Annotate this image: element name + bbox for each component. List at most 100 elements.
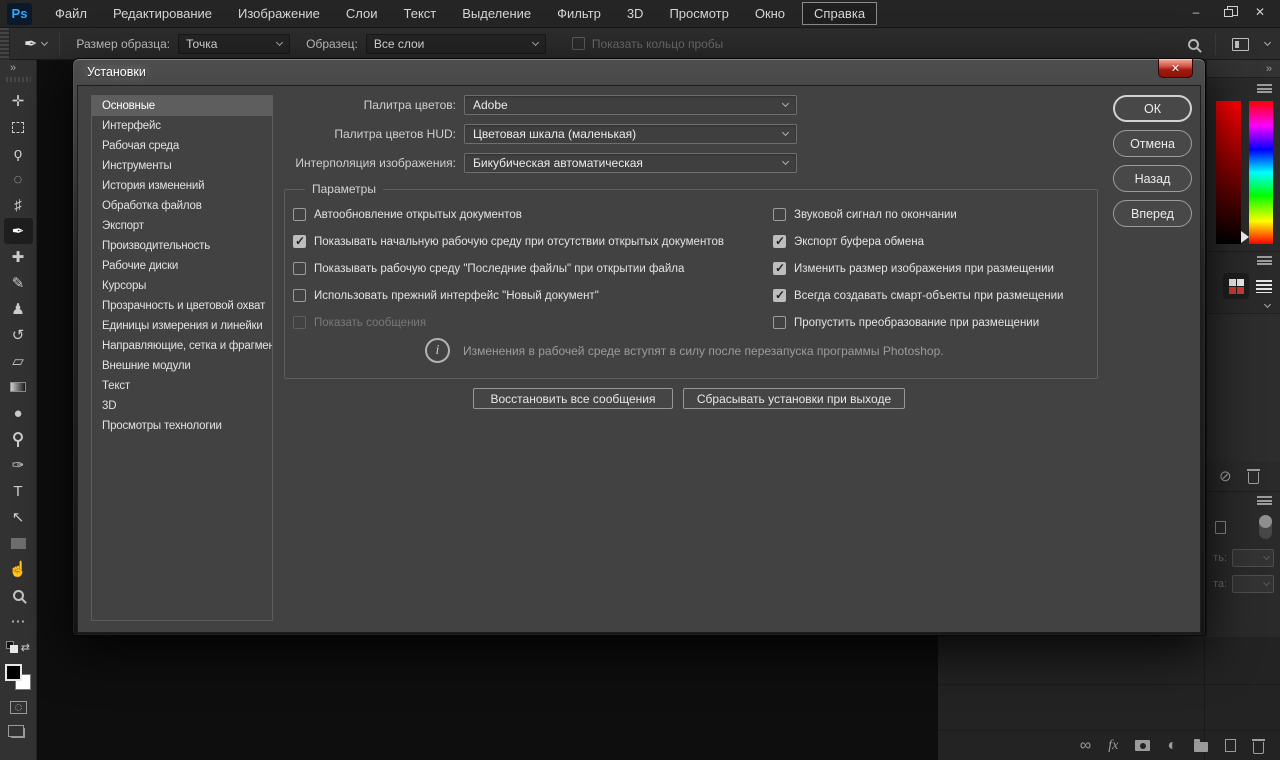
skip-transform-on-place-checkbox[interactable] bbox=[773, 316, 786, 329]
chevron-down-icon[interactable] bbox=[1264, 301, 1271, 308]
path-selection-tool[interactable]: ↖ bbox=[4, 504, 33, 530]
pen-tool[interactable]: ✑ bbox=[4, 452, 33, 478]
hue-strip[interactable] bbox=[1249, 101, 1273, 244]
screen-mode-button[interactable] bbox=[4, 720, 33, 746]
lasso-tool[interactable]: ϙ bbox=[4, 140, 33, 166]
pref-category-guides[interactable]: Направляющие, сетка и фрагменты bbox=[92, 336, 272, 356]
eyedropper-tool[interactable]: ✒ bbox=[4, 218, 33, 244]
beep-when-done-checkbox[interactable] bbox=[773, 208, 786, 221]
default-colors-icon[interactable] bbox=[6, 641, 14, 649]
pref-category-general[interactable]: Основные bbox=[92, 96, 272, 116]
pref-category-cursors[interactable]: Курсоры bbox=[92, 276, 272, 296]
swap-colors-icon[interactable]: ⇄ bbox=[21, 641, 30, 654]
brush-tool[interactable]: ✎ bbox=[4, 270, 33, 296]
interpolation-select[interactable]: Бикубическая автоматическая bbox=[464, 153, 797, 173]
add-mask-icon[interactable] bbox=[1135, 740, 1150, 751]
pref-category-tools[interactable]: Инструменты bbox=[92, 156, 272, 176]
reset-preferences-button[interactable]: Сбрасывать установки при выходе bbox=[683, 388, 905, 409]
back-button[interactable]: Назад bbox=[1113, 165, 1192, 192]
grid-view-icon[interactable] bbox=[1223, 273, 1249, 299]
legacy-new-document-checkbox[interactable] bbox=[293, 289, 306, 302]
menu-edit[interactable]: Редактирование bbox=[100, 2, 225, 25]
blur-tool[interactable]: ● bbox=[4, 400, 33, 426]
menu-view[interactable]: Просмотр bbox=[656, 2, 741, 25]
workspace-icon[interactable] bbox=[1232, 38, 1249, 51]
history-brush-tool[interactable]: ↺ bbox=[4, 322, 33, 348]
forward-button[interactable]: Вперед bbox=[1113, 200, 1192, 227]
healing-brush-tool[interactable]: ✚ bbox=[4, 244, 33, 270]
hand-tool[interactable]: ☝ bbox=[4, 556, 33, 582]
dialog-titlebar[interactable]: Установки ✕ bbox=[73, 59, 1205, 85]
foreground-color-swatch[interactable] bbox=[5, 664, 22, 681]
sample-size-select[interactable]: Точка bbox=[178, 34, 290, 54]
color-picker-select[interactable]: Adobe bbox=[464, 95, 797, 115]
delete-layer-icon[interactable] bbox=[1253, 742, 1264, 754]
move-tool[interactable]: ✛ bbox=[4, 88, 33, 114]
current-tool-button[interactable]: ✒ bbox=[10, 34, 59, 54]
show-start-workspace-checkbox[interactable] bbox=[293, 235, 306, 248]
dialog-close-button[interactable]: ✕ bbox=[1158, 59, 1193, 78]
pref-category-transparency[interactable]: Прозрачность и цветовой охват bbox=[92, 296, 272, 316]
panel-menu-icon[interactable] bbox=[1257, 84, 1272, 93]
default-swap-colors[interactable]: ⇄ bbox=[4, 634, 33, 660]
restore-messages-button[interactable]: Восстановить все сообщения bbox=[473, 388, 673, 409]
panel-collapse-header[interactable]: » bbox=[1207, 60, 1280, 78]
hue-slider-arrow-icon[interactable] bbox=[1241, 231, 1249, 243]
delete-icon[interactable] bbox=[1248, 472, 1259, 484]
panel-menu-icon[interactable] bbox=[1257, 496, 1272, 505]
export-clipboard-checkbox[interactable] bbox=[773, 235, 786, 248]
menu-window[interactable]: Окно bbox=[742, 2, 798, 25]
layer-mask-icon[interactable] bbox=[1215, 521, 1226, 534]
menu-help[interactable]: Справка bbox=[802, 2, 877, 25]
minimize-icon[interactable]: – bbox=[1180, 0, 1212, 24]
dodge-tool[interactable] bbox=[4, 426, 33, 452]
menu-select[interactable]: Выделение bbox=[449, 2, 544, 25]
crop-tool[interactable]: ♯ bbox=[4, 192, 33, 218]
show-recent-files-checkbox[interactable] bbox=[293, 262, 306, 275]
pref-category-plugins[interactable]: Внешние модули bbox=[92, 356, 272, 376]
pref-category-scratch-disks[interactable]: Рабочие диски bbox=[92, 256, 272, 276]
layer-style-fx-icon[interactable]: fx bbox=[1108, 738, 1118, 754]
mask-toggle-icon[interactable] bbox=[1259, 515, 1272, 539]
menu-layers[interactable]: Слои bbox=[333, 2, 391, 25]
unlink-mask-icon[interactable]: ⊘ bbox=[1219, 467, 1232, 485]
quick-selection-tool[interactable]: ◌ bbox=[4, 166, 33, 192]
pref-category-history[interactable]: История изменений bbox=[92, 176, 272, 196]
color-gradient-bar[interactable] bbox=[1216, 101, 1241, 244]
link-layers-icon[interactable]: ∞ bbox=[1080, 737, 1091, 755]
menu-3d[interactable]: 3D bbox=[614, 2, 657, 25]
hud-color-picker-select[interactable]: Цветовая шкала (маленькая) bbox=[464, 124, 797, 144]
smart-objects-on-place-checkbox[interactable] bbox=[773, 289, 786, 302]
eraser-tool[interactable]: ▱ bbox=[4, 348, 33, 374]
new-group-icon[interactable] bbox=[1194, 742, 1208, 752]
restore-icon[interactable] bbox=[1212, 0, 1244, 24]
adjustment-layer-icon[interactable]: ◐ bbox=[1167, 737, 1177, 755]
pref-category-workspace[interactable]: Рабочая среда bbox=[92, 136, 272, 156]
sample-select[interactable]: Все слои bbox=[366, 34, 546, 54]
menu-image[interactable]: Изображение bbox=[225, 2, 333, 25]
menu-file[interactable]: Файл bbox=[42, 2, 100, 25]
close-icon[interactable]: ✕ bbox=[1244, 0, 1276, 24]
pref-category-file-handling[interactable]: Обработка файлов bbox=[92, 196, 272, 216]
ok-button[interactable]: ОК bbox=[1113, 95, 1192, 122]
new-layer-icon[interactable] bbox=[1225, 739, 1236, 752]
options-bar-grip[interactable] bbox=[0, 28, 10, 60]
tools-panel-grip[interactable] bbox=[6, 77, 31, 82]
list-view-icon[interactable] bbox=[1256, 280, 1272, 293]
pref-category-type[interactable]: Текст bbox=[92, 376, 272, 396]
zoom-tool[interactable] bbox=[4, 582, 33, 608]
quick-mask-button[interactable] bbox=[4, 694, 33, 720]
collapse-panel-icon[interactable]: » bbox=[0, 60, 17, 74]
pref-category-tech-previews[interactable]: Просмотры технологии bbox=[92, 416, 272, 436]
cancel-button[interactable]: Отмена bbox=[1113, 130, 1192, 157]
gradient-tool[interactable] bbox=[4, 374, 33, 400]
auto-update-checkbox[interactable] bbox=[293, 208, 306, 221]
clone-stamp-tool[interactable]: ♟ bbox=[4, 296, 33, 322]
pref-category-performance[interactable]: Производительность bbox=[92, 236, 272, 256]
type-tool[interactable]: T bbox=[4, 478, 33, 504]
pref-category-units[interactable]: Единицы измерения и линейки bbox=[92, 316, 272, 336]
marquee-tool[interactable] bbox=[4, 114, 33, 140]
panel-menu-icon[interactable] bbox=[1257, 256, 1272, 265]
shape-tool[interactable] bbox=[4, 530, 33, 556]
search-icon[interactable] bbox=[1188, 39, 1199, 50]
